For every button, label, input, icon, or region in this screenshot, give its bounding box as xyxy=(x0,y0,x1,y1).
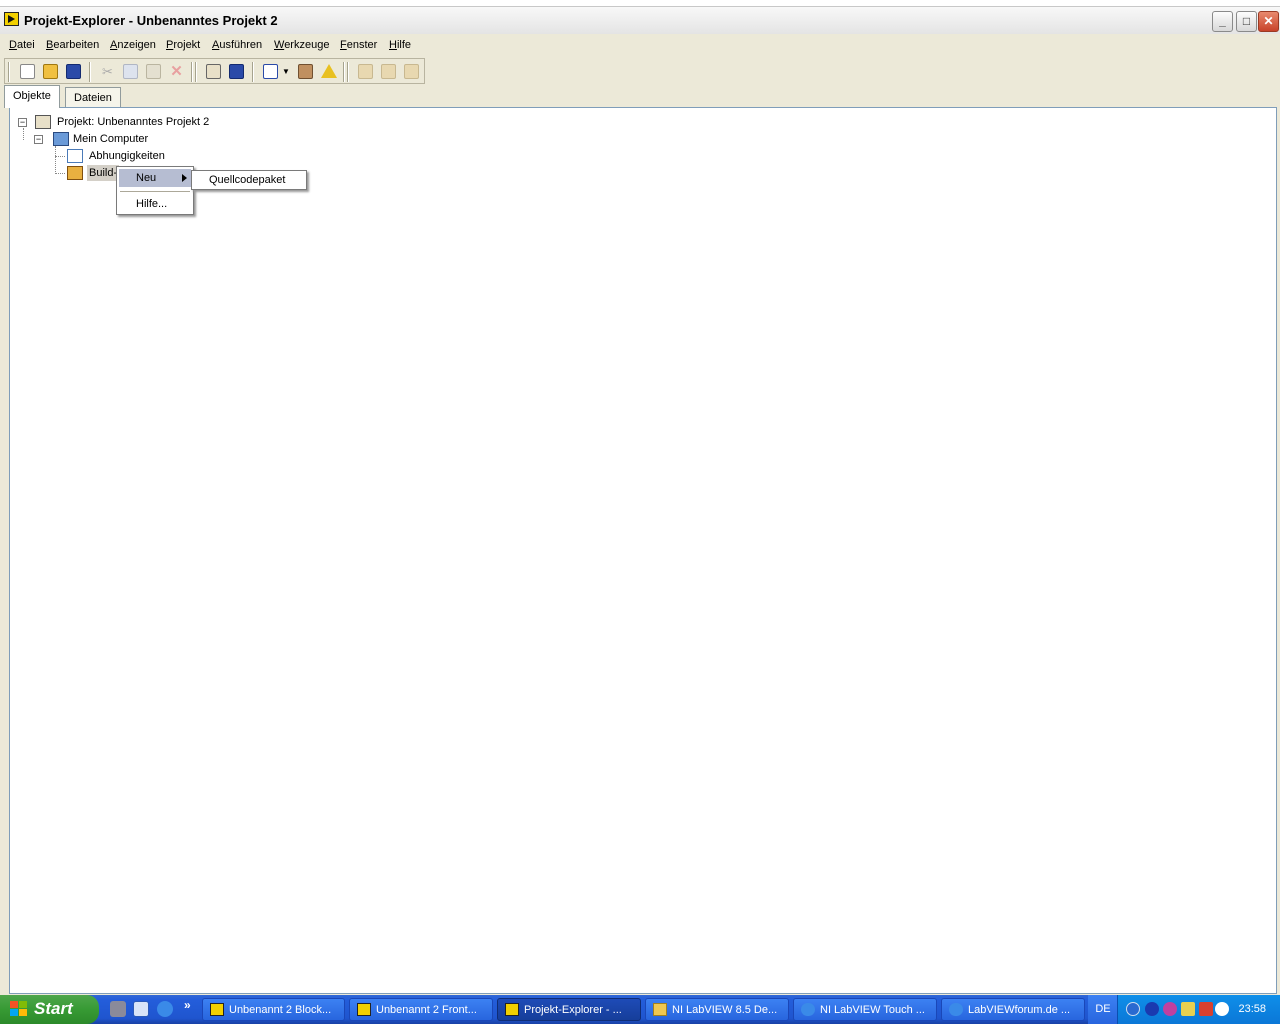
collapse-computer-icon[interactable]: − xyxy=(34,135,43,144)
submenu-quellcodepaket[interactable]: Quellcodepaket xyxy=(209,174,285,186)
windows-logo-icon xyxy=(10,1001,28,1018)
tray-panda-icon[interactable] xyxy=(1215,1002,1229,1016)
title-bar[interactable]: Projekt-Explorer - Unbenanntes Projekt 2… xyxy=(0,0,1280,34)
paste-icon[interactable] xyxy=(146,64,161,79)
quicklaunch-ie-icon[interactable] xyxy=(157,1001,173,1017)
dependencies-icon xyxy=(67,149,83,163)
start-label: Start xyxy=(34,999,73,1018)
close-button[interactable]: ✕ xyxy=(1258,11,1279,32)
task-label: Unbenannt 2 Front... xyxy=(376,1004,477,1016)
context-menu-neu-label: Neu xyxy=(136,172,157,184)
submenu-arrow-icon xyxy=(182,174,187,182)
task-button[interactable]: Unbenannt 2 Block... xyxy=(202,998,345,1021)
context-menu: Neu Hilfe... xyxy=(116,166,194,215)
add-file-icon[interactable] xyxy=(206,64,221,79)
menu-datei[interactable]: Datei xyxy=(9,39,35,51)
tray-network-icon[interactable] xyxy=(1181,1002,1195,1016)
tab-dateien[interactable]: Dateien xyxy=(65,87,121,107)
toolbar: ✂ ✕ ▼ xyxy=(4,58,425,84)
tree-item-project[interactable]: Projekt: Unbenanntes Projekt 2 xyxy=(57,116,209,128)
task-label: Projekt-Explorer - ... xyxy=(524,1004,622,1016)
cut-icon[interactable]: ✂ xyxy=(100,64,115,79)
tray-info-icon[interactable] xyxy=(1145,1002,1159,1016)
tray-security-icon[interactable] xyxy=(1199,1002,1213,1016)
tab-strip: Objekte Dateien xyxy=(0,85,1280,108)
menu-hilfe[interactable]: Hilfe xyxy=(389,39,411,51)
labview-app-icon[interactable] xyxy=(4,12,19,26)
delete-icon[interactable]: ✕ xyxy=(169,64,184,79)
warning-icon[interactable] xyxy=(321,64,337,78)
view-icon[interactable] xyxy=(263,64,278,79)
menu-fenster[interactable]: Fenster xyxy=(340,39,377,51)
task-button-active[interactable]: Projekt-Explorer - ... xyxy=(497,998,641,1021)
copy-icon[interactable] xyxy=(123,64,138,79)
menu-projekt[interactable]: Projekt xyxy=(166,39,200,51)
project-icon xyxy=(35,115,51,129)
task-button[interactable]: LabVIEWforum.de ... xyxy=(941,998,1085,1021)
dropdown-arrow-icon[interactable]: ▼ xyxy=(282,64,290,79)
project-tree-panel[interactable]: − Projekt: Unbenanntes Projekt 2 − Mein … xyxy=(9,107,1277,994)
tab-objekte[interactable]: Objekte xyxy=(4,85,60,108)
menu-divider xyxy=(120,191,190,192)
save-all-icon[interactable] xyxy=(66,64,81,79)
tree-item-computer[interactable]: Mein Computer xyxy=(73,133,148,145)
tree-item-dependencies[interactable]: Abhungigkeiten xyxy=(89,150,165,162)
task-label: Unbenannt 2 Block... xyxy=(229,1004,332,1016)
maximize-button[interactable]: □ xyxy=(1236,11,1257,32)
quicklaunch-chevron[interactable]: » xyxy=(184,998,191,1012)
task-button[interactable]: NI LabVIEW Touch ... xyxy=(793,998,937,1021)
computer-icon xyxy=(53,132,69,146)
taskbar: Start » Unbenannt 2 Block... Unbenannt 2… xyxy=(0,995,1280,1024)
minimize-button[interactable]: _ xyxy=(1212,11,1233,32)
task-label: NI LabVIEW 8.5 De... xyxy=(672,1004,778,1016)
save-icon[interactable] xyxy=(229,64,244,79)
task-button[interactable]: Unbenannt 2 Front... xyxy=(349,998,493,1021)
task-label: NI LabVIEW Touch ... xyxy=(820,1004,925,1016)
tray-app-icon[interactable] xyxy=(1163,1002,1177,1016)
deploy-icon[interactable] xyxy=(404,64,419,79)
context-menu-hilfe[interactable]: Hilfe... xyxy=(136,198,167,210)
tray-collapse-icon[interactable] xyxy=(1126,1002,1140,1016)
new-icon[interactable] xyxy=(20,64,35,79)
language-indicator[interactable]: DE xyxy=(1088,995,1118,1024)
collapse-project-icon[interactable]: − xyxy=(18,118,27,127)
application-window: Projekt-Explorer - Unbenanntes Projekt 2… xyxy=(0,0,1280,995)
menu-werkzeuge[interactable]: Werkzeuge xyxy=(274,39,329,51)
build-specifications-icon xyxy=(67,166,83,180)
build-icon[interactable] xyxy=(298,64,313,79)
quicklaunch-network-icon[interactable] xyxy=(110,1001,126,1017)
submenu: Quellcodepaket xyxy=(191,170,307,190)
build-spec-icon[interactable] xyxy=(358,64,373,79)
tree-item-build[interactable]: Build- xyxy=(87,165,120,181)
menu-ausfuehren[interactable]: Ausführen xyxy=(212,39,262,51)
quicklaunch-desktop-icon[interactable] xyxy=(133,1001,149,1017)
system-tray: 23:58 xyxy=(1117,995,1280,1024)
menu-bar: Datei Bearbeiten Anzeigen Projekt Ausfüh… xyxy=(0,36,1280,56)
start-button[interactable]: Start xyxy=(0,995,99,1024)
task-label: LabVIEWforum.de ... xyxy=(968,1004,1071,1016)
menu-bearbeiten[interactable]: Bearbeiten xyxy=(46,39,99,51)
package-icon[interactable] xyxy=(381,64,396,79)
menu-anzeigen[interactable]: Anzeigen xyxy=(110,39,156,51)
context-menu-neu[interactable]: Neu xyxy=(119,169,191,187)
clock[interactable]: 23:58 xyxy=(1238,1003,1266,1015)
open-icon[interactable] xyxy=(43,64,58,79)
window-title: Projekt-Explorer - Unbenanntes Projekt 2 xyxy=(24,13,278,28)
task-button[interactable]: NI LabVIEW 8.5 De... xyxy=(645,998,789,1021)
